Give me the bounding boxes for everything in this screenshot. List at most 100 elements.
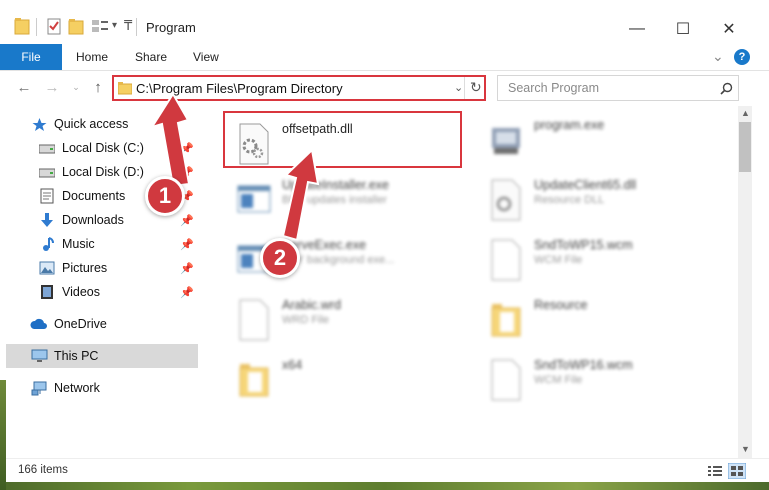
recent-locations-chevron-icon[interactable]: ⌄ [66, 77, 86, 97]
download-icon [38, 212, 56, 228]
back-arrow-icon[interactable]: ← [14, 77, 34, 97]
tab-share[interactable]: Share [135, 50, 167, 64]
scroll-up-arrow-icon[interactable]: ▲ [741, 108, 750, 118]
tab-home[interactable]: Home [76, 50, 108, 64]
search-placeholder: Search Program [508, 81, 600, 95]
tab-view[interactable]: View [193, 50, 219, 64]
file-item-sndtowp16-wcm[interactable]: SndToWP16.wcm WCM File [476, 350, 716, 406]
scroll-down-arrow-icon[interactable]: ▼ [741, 444, 750, 454]
file-type: Resource DLL [534, 194, 605, 206]
file-type: WCM File [534, 374, 583, 386]
file-type: WRD File [282, 314, 330, 326]
forward-arrow-icon[interactable]: → [42, 77, 62, 97]
desktop-background-edge [0, 380, 6, 490]
folder-icon[interactable] [14, 16, 30, 38]
cloud-icon [30, 316, 48, 332]
vertical-scrollbar[interactable]: ▲ ▼ [738, 106, 752, 458]
desktop-background [0, 482, 769, 490]
close-button[interactable]: ✕ [706, 14, 752, 44]
sidebar-item-network[interactable]: Network [30, 376, 210, 400]
properties-icon[interactable] [46, 16, 62, 38]
drive-icon [38, 140, 56, 156]
title-bar: ▾ ₸ Program — ☐ ✕ [0, 0, 769, 44]
folder-icon [491, 304, 521, 337]
dll-gear-icon [491, 179, 521, 221]
search-icon[interactable] [720, 82, 733, 95]
music-icon [38, 236, 56, 252]
sidebar-item-label: Local Disk (C:) [62, 141, 144, 155]
file-name: UpdateClient65.dll [534, 178, 637, 192]
documents-icon [38, 188, 56, 204]
file-icon [491, 359, 521, 401]
up-arrow-icon[interactable]: ↑ [88, 77, 108, 97]
sidebar-item-pictures[interactable]: Pictures 📌 [38, 256, 210, 280]
file-name: SndToWP16.wcm [534, 358, 633, 372]
sidebar-item-label: Local Disk (D:) [62, 165, 144, 179]
sidebar-item-label: Pictures [62, 261, 108, 275]
sidebar-item-label: OneDrive [54, 317, 107, 331]
file-item-program-exe[interactable]: program.exe [476, 110, 716, 166]
step-1-badge: 1 [145, 176, 185, 216]
exe-icon [492, 128, 520, 154]
help-button[interactable]: ? [734, 49, 750, 65]
tab-file[interactable]: File [0, 44, 62, 70]
folder-item-x64[interactable]: x64 [224, 350, 464, 406]
new-folder-icon[interactable] [68, 16, 84, 38]
address-dropdown-chevron-icon[interactable]: ⌄ [454, 81, 463, 94]
file-item-arabic-wrd[interactable]: Arabic.wrd WRD File [224, 290, 464, 346]
network-icon [30, 380, 48, 396]
sidebar-item-label: Downloads [62, 213, 124, 227]
large-icons-view-icon[interactable] [728, 463, 746, 479]
arrow-1 [149, 92, 191, 188]
sidebar-item-label: Network [54, 381, 100, 395]
file-name: SndToWP15.wcm [534, 238, 633, 252]
folder-icon [239, 364, 269, 397]
sidebar-item-label: This PC [54, 349, 99, 363]
customize-qa-icon[interactable]: ₸ [124, 18, 132, 34]
pin-icon[interactable]: 📌 [180, 286, 194, 299]
file-type: WCM File [534, 254, 583, 266]
search-input[interactable]: Search Program [497, 75, 739, 101]
expand-ribbon-button[interactable]: ⌄ [712, 48, 724, 65]
sidebar-item-label: Music [62, 237, 95, 251]
item-count: 166 items [18, 464, 68, 476]
videos-icon [38, 284, 56, 300]
annotation-arrows [149, 92, 320, 240]
file-name: Arabic.wrd [282, 298, 342, 312]
arrow-2 [281, 147, 320, 240]
file-name: program.exe [534, 118, 605, 132]
step-2-badge: 2 [260, 238, 300, 278]
scrollbar-thumb[interactable] [739, 122, 751, 172]
drive-icon [38, 164, 56, 180]
sidebar-item-onedrive[interactable]: OneDrive [30, 312, 210, 336]
minimize-button[interactable]: — [614, 14, 660, 44]
sidebar-item-label: Documents [62, 189, 126, 203]
navigation-bar: ← → ⌄ ↑ C:\Program Files\Program Directo… [0, 71, 769, 103]
sidebar-item-label: Quick access [54, 117, 129, 131]
window-title: Program [146, 20, 196, 35]
file-item-updateclient65-dll[interactable]: UpdateClient65.dll Resource DLL [476, 170, 716, 226]
star-icon [30, 116, 48, 132]
computer-icon [30, 348, 48, 364]
refresh-icon[interactable]: ↻ [470, 79, 482, 96]
folder-item-resource[interactable]: Resource [476, 290, 716, 346]
sidebar-item-videos[interactable]: Videos 📌 [38, 280, 210, 304]
qa-divider [36, 18, 37, 36]
details-view-icon[interactable] [708, 465, 722, 477]
file-name: x64 [282, 358, 303, 372]
qa-dropdown-arrow-icon[interactable]: ▾ [112, 20, 117, 31]
view-options-icon[interactable] [90, 16, 110, 38]
folder-icon [118, 82, 132, 95]
file-item-sndtowp15-wcm[interactable]: SndToWP15.wcm WCM File [476, 230, 716, 286]
pin-icon[interactable]: 📌 [180, 262, 194, 275]
file-icon [239, 299, 269, 341]
status-bar: 166 items [0, 458, 769, 483]
ribbon: File Home Share View ⌄ ? [0, 44, 769, 71]
maximize-button[interactable]: ☐ [660, 14, 706, 44]
sidebar-item-this-pc[interactable]: This PC [6, 344, 198, 368]
file-name: Resource [534, 298, 588, 312]
file-icon [491, 239, 521, 281]
address-divider [464, 77, 465, 99]
title-divider [136, 18, 137, 36]
pictures-icon [38, 260, 56, 276]
